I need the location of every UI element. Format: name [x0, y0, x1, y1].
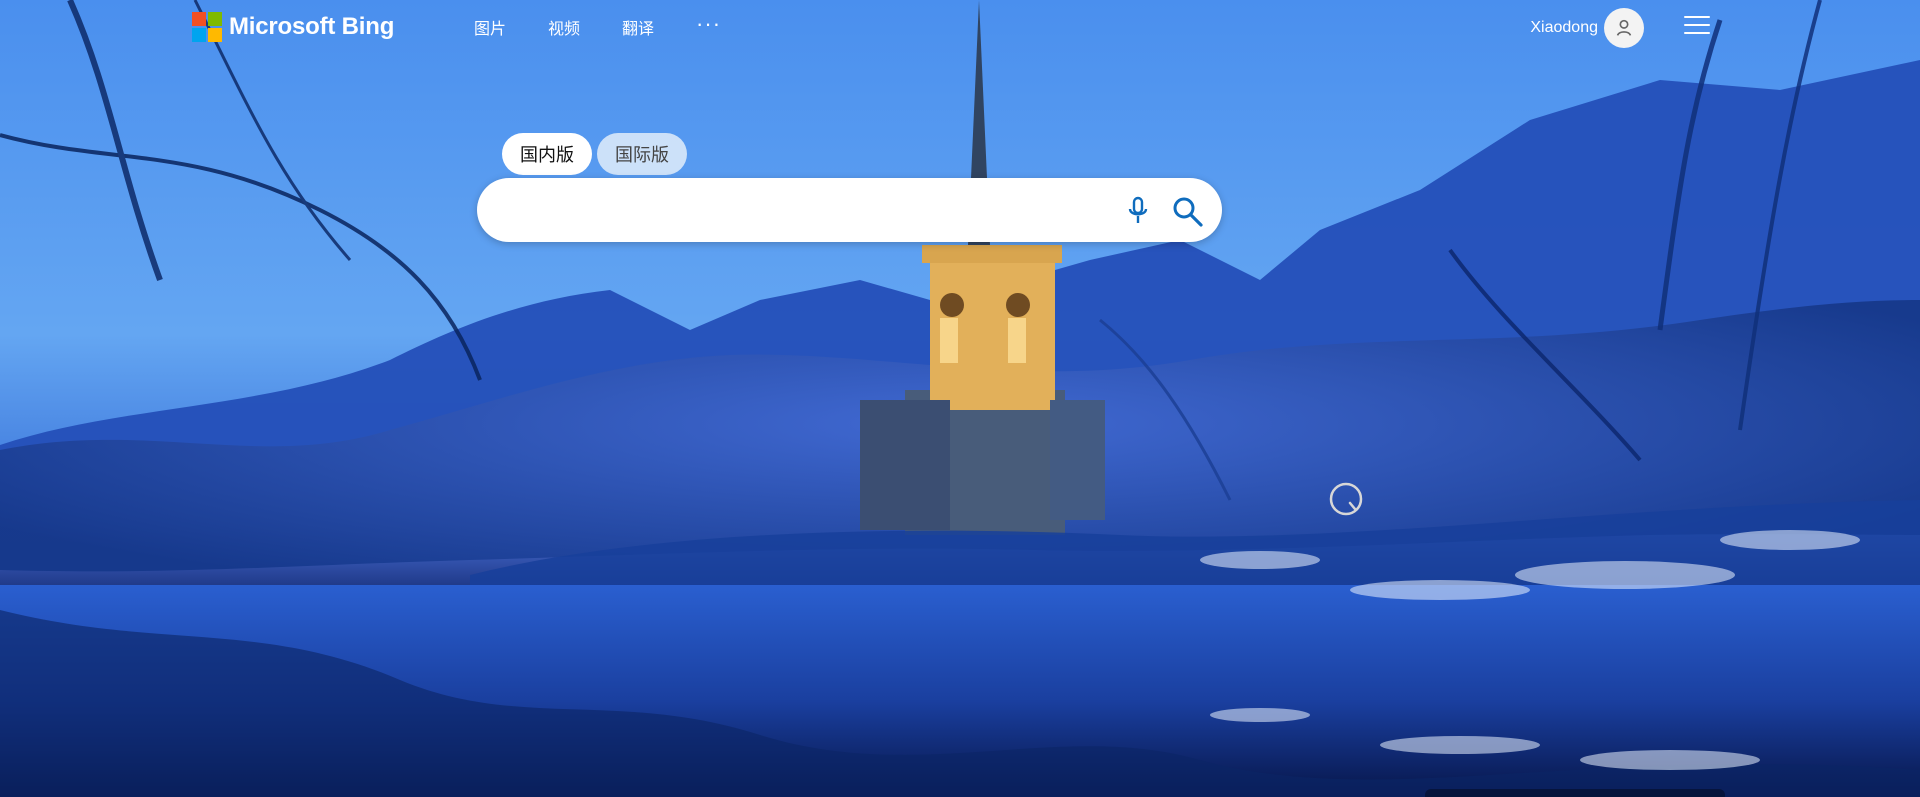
- user-icon[interactable]: [1604, 8, 1644, 48]
- mic-icon[interactable]: [1124, 196, 1152, 226]
- search-box: [477, 178, 1222, 242]
- main-nav: 图片 视频 翻译 ···: [474, 13, 721, 42]
- menu-icon[interactable]: [1684, 16, 1710, 36]
- background-image: [0, 0, 1920, 797]
- account-name: Xiaodong: [1530, 19, 1598, 36]
- nav-videos[interactable]: 视频: [548, 18, 580, 42]
- account-area[interactable]: Xiaodong: [1530, 8, 1644, 48]
- microsoft-logo-icon: [192, 12, 222, 42]
- bottom-overlay: [1425, 789, 1725, 797]
- top-bar: Microsoft Bing 图片 视频 翻译 ··· Xiaodong: [0, 0, 1920, 70]
- search-scope-tabs: 国内版 国际版: [502, 133, 687, 175]
- search-icon[interactable]: [1170, 194, 1204, 228]
- brand-logo[interactable]: Microsoft Bing: [192, 12, 394, 42]
- nav-translate[interactable]: 翻译: [622, 18, 654, 42]
- tab-international[interactable]: 国际版: [597, 133, 687, 175]
- bing-homepage: Microsoft Bing 图片 视频 翻译 ··· Xiaodong 国内版…: [0, 0, 1920, 797]
- tab-domestic[interactable]: 国内版: [502, 133, 592, 175]
- search-input[interactable]: [503, 192, 1087, 230]
- nav-images[interactable]: 图片: [474, 18, 506, 42]
- visual-search-icon[interactable]: [1328, 481, 1366, 519]
- brand-name: Microsoft Bing: [229, 13, 395, 40]
- more-menu-button[interactable]: ···: [696, 13, 721, 35]
